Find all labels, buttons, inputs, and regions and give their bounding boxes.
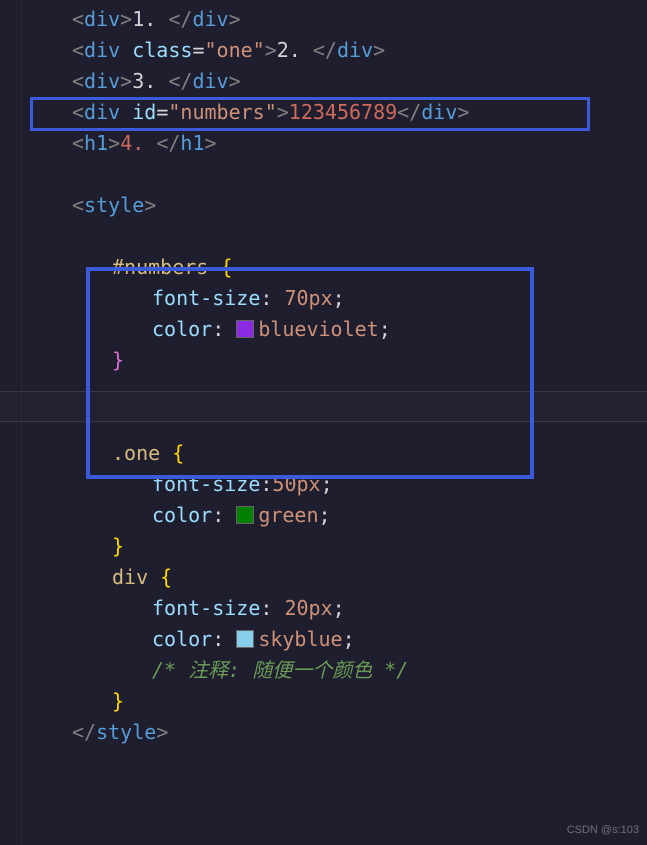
code-line[interactable]: div { (72, 562, 647, 593)
css-property: color (152, 627, 212, 651)
text-content: 123456789 (289, 100, 397, 124)
css-value: 50px (272, 472, 320, 496)
css-property: font-size (152, 596, 260, 620)
brace-open: { (220, 255, 232, 279)
angle-open: </ (168, 7, 192, 31)
attr-value: one (217, 38, 253, 62)
code-line[interactable]: .one { (72, 438, 647, 469)
attr-value: numbers (180, 100, 264, 124)
code-line[interactable]: font-size: 20px; (72, 593, 647, 624)
code-line[interactable]: <div class="one">2. </div> (72, 35, 647, 66)
code-line[interactable]: color: blueviolet; (72, 314, 647, 345)
attr-name: id (132, 100, 156, 124)
css-property: color (152, 503, 212, 527)
css-comment: /* 注释: 随便一个颜色 */ (152, 658, 408, 682)
brace-open: { (172, 441, 184, 465)
css-selector: .one (112, 441, 160, 465)
color-swatch-icon (236, 320, 254, 338)
code-line[interactable]: </style> (72, 717, 647, 748)
css-value: blueviolet (258, 317, 378, 341)
code-line[interactable]: /* 注释: 随便一个颜色 */ (72, 655, 647, 686)
brace-close: } (112, 534, 124, 558)
angle-close: > (229, 7, 241, 31)
css-property: color (152, 317, 212, 341)
tag-name: div (192, 7, 228, 31)
text-content: 4. (120, 131, 156, 155)
angle-open: < (72, 7, 84, 31)
code-line[interactable]: #numbers { (72, 252, 647, 283)
code-line[interactable]: font-size:50px; (72, 469, 647, 500)
blank-line (72, 221, 647, 252)
tag-name: div (84, 7, 120, 31)
css-property: font-size (152, 472, 260, 496)
css-value: green (258, 503, 318, 527)
brace-open: { (160, 565, 172, 589)
color-swatch-icon (236, 506, 254, 524)
brace-close: } (112, 689, 124, 713)
code-line[interactable]: font-size: 70px; (72, 283, 647, 314)
angle-close: > (120, 7, 132, 31)
css-selector: div (112, 565, 148, 589)
css-value: 20px (284, 596, 332, 620)
code-line[interactable]: <div>3. </div> (72, 66, 647, 97)
blank-line (72, 376, 647, 407)
css-selector: #numbers (112, 255, 208, 279)
css-value: skyblue (258, 627, 342, 651)
text-content: 1. (132, 7, 168, 31)
code-line[interactable]: } (72, 345, 647, 376)
code-line[interactable]: } (72, 531, 647, 562)
code-line[interactable]: color: skyblue; (72, 624, 647, 655)
code-line[interactable]: <h1>4. </h1> (72, 128, 647, 159)
code-line[interactable]: } (72, 686, 647, 717)
color-swatch-icon (236, 630, 254, 648)
code-line[interactable]: color: green; (72, 500, 647, 531)
watermark: CSDN @s:103 (567, 822, 639, 839)
blank-line (72, 407, 647, 438)
css-property: font-size (152, 286, 260, 310)
brace-close: } (112, 348, 124, 372)
code-line-highlighted[interactable]: <div id="numbers">123456789</div> (72, 97, 647, 128)
attr-name: class (132, 38, 192, 62)
css-value: 70px (284, 286, 332, 310)
code-line[interactable]: <div>1. </div> (72, 4, 647, 35)
blank-line (72, 159, 647, 190)
text-content: 2. (277, 38, 313, 62)
code-line[interactable]: <style> (72, 190, 647, 221)
code-editor[interactable]: <div>1. </div> <div class="one">2. </div… (0, 0, 647, 748)
text-content: 3. (132, 69, 168, 93)
